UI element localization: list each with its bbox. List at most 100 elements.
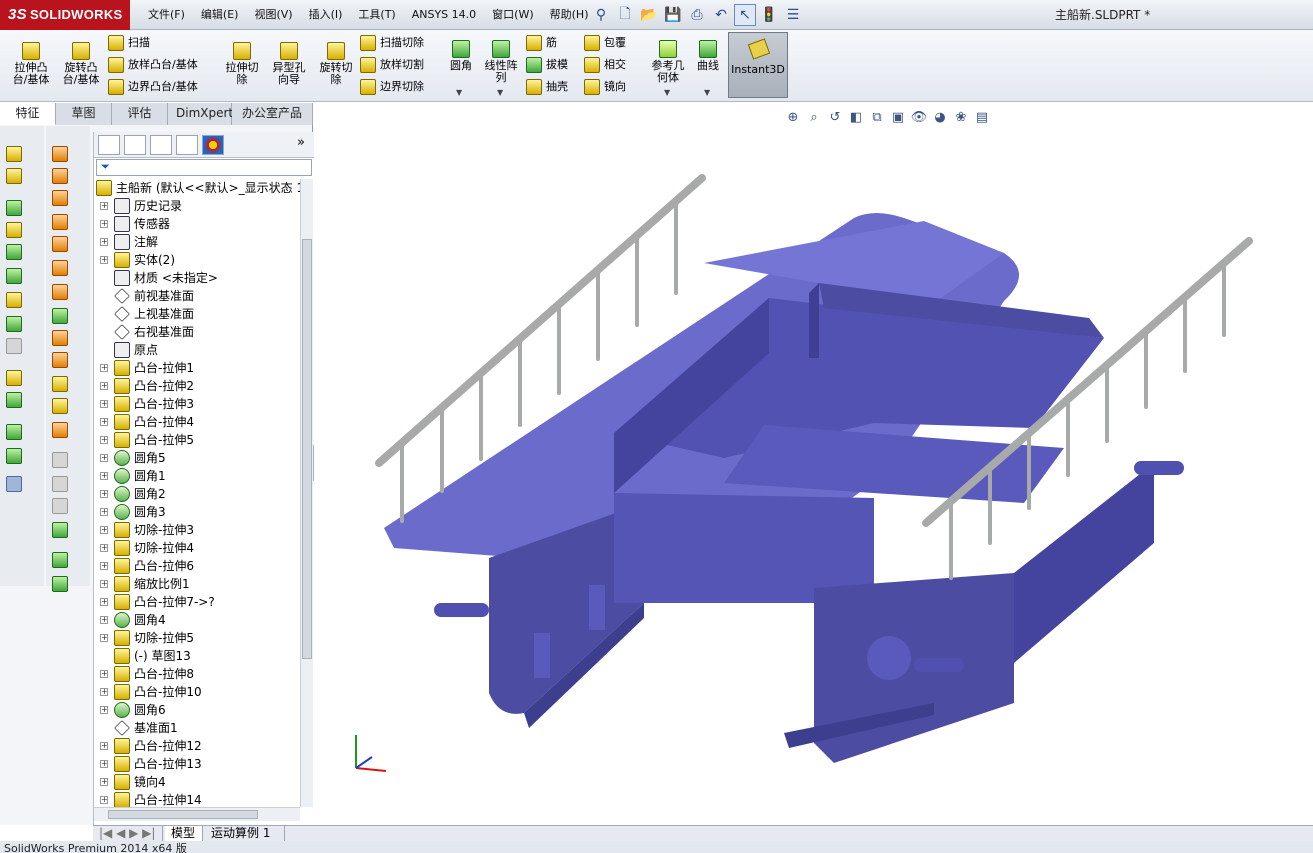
open-folder-icon[interactable]: 📂 <box>638 4 660 26</box>
configuration-manager-tab-icon[interactable] <box>150 135 172 155</box>
instant3d-button[interactable]: Instant3D <box>728 32 788 98</box>
menu-view[interactable]: 视图(V) <box>246 0 300 30</box>
expand-toggle-icon[interactable]: + <box>100 238 108 246</box>
sweep-button[interactable]: 扫描 <box>108 32 150 54</box>
expand-toggle-icon[interactable]: + <box>100 364 108 372</box>
draft-icon[interactable] <box>52 214 68 230</box>
menu-insert[interactable]: 插入(I) <box>301 0 351 30</box>
expand-toggle-icon[interactable]: + <box>100 706 108 714</box>
expand-toggle-icon[interactable]: + <box>100 778 108 786</box>
hole-wizard-icon[interactable] <box>6 292 22 308</box>
expand-toggle-icon[interactable]: + <box>100 526 108 534</box>
tab-motion-study-1[interactable]: 运动算例 1 <box>205 826 285 842</box>
fillet-button[interactable]: 圆角 <box>444 38 478 72</box>
expand-toggle-icon[interactable]: + <box>100 382 108 390</box>
menu-window[interactable]: 窗口(W) <box>484 0 541 30</box>
revolve-icon[interactable] <box>52 190 68 206</box>
swept-cut-button[interactable]: 扫描切除 <box>360 32 424 54</box>
indent-icon[interactable] <box>52 330 68 346</box>
split-line-icon[interactable] <box>52 284 68 300</box>
menu-help[interactable]: 帮助(H) <box>542 0 597 30</box>
expand-toggle-icon[interactable]: + <box>100 436 108 444</box>
shell-button[interactable]: 抽壳 <box>526 76 568 98</box>
undo-icon[interactable]: ↶ <box>710 4 732 26</box>
mirror-button[interactable]: 镜向 <box>584 76 626 98</box>
select-pointer-icon[interactable]: ↖ <box>734 4 756 26</box>
curves-dropdown-icon[interactable]: ▼ <box>704 88 710 97</box>
graphics-area[interactable]: ⊕ ⌕ ↺ ◧ ⧉ ▣ 👁 ◕ ❀ ▤ <box>314 103 1313 825</box>
feature-tree-vertical-scrollbar[interactable] <box>300 179 313 807</box>
helix-icon[interactable] <box>52 576 68 592</box>
vertical-scroll-thumb[interactable] <box>302 239 312 659</box>
curves-icon[interactable] <box>6 448 22 464</box>
expand-toggle-icon[interactable]: + <box>100 256 108 264</box>
pattern-icon[interactable] <box>6 316 22 332</box>
revolve-cut-button[interactable]: 旋转切 除 <box>314 40 358 86</box>
pin-icon[interactable]: ⚲ <box>590 4 612 26</box>
instant3d-icon[interactable] <box>6 476 22 492</box>
reference-geometry-dropdown-icon[interactable]: ▼ <box>664 88 670 97</box>
expand-toggle-icon[interactable]: + <box>100 742 108 750</box>
boundary-boss-button[interactable]: 边界凸台/基体 <box>108 76 198 98</box>
property-manager-tab-icon[interactable] <box>124 135 146 155</box>
tab-office-products[interactable]: 办公室产品 <box>232 103 313 125</box>
fillet-dropdown-icon[interactable]: ▼ <box>456 88 462 97</box>
feature-tree-filter[interactable]: ⏷ <box>96 159 312 176</box>
expand-toggle-icon[interactable]: + <box>100 508 108 516</box>
loft-icon[interactable] <box>52 168 68 184</box>
pattern-dropdown-icon[interactable]: ▼ <box>497 88 503 97</box>
intersect-button[interactable]: 相交 <box>584 54 626 76</box>
tab-sketch[interactable]: 草图 <box>56 103 112 125</box>
intersect-icon[interactable] <box>52 260 68 276</box>
sweep-icon[interactable] <box>52 146 68 162</box>
expand-toggle-icon[interactable]: + <box>100 580 108 588</box>
new-document-icon[interactable]: 🗋 <box>614 4 636 26</box>
menu-edit[interactable]: 编辑(E) <box>193 0 247 30</box>
boundary-cut-button[interactable]: 边界切除 <box>360 76 424 98</box>
expand-toggle-icon[interactable]: + <box>100 688 108 696</box>
expand-toggle-icon[interactable]: + <box>100 454 108 462</box>
expand-toggle-icon[interactable]: + <box>100 616 108 624</box>
rebuild-traffic-light-icon[interactable]: 🚦 <box>758 4 780 26</box>
loft-boss-button[interactable]: 放样凸台/基体 <box>108 54 198 76</box>
mirror-icon[interactable] <box>52 308 68 324</box>
fillet-icon[interactable] <box>6 200 22 216</box>
extrude-icon[interactable] <box>6 146 22 162</box>
linear-pattern-button[interactable]: 线性阵 列 <box>480 38 522 84</box>
rib-icon[interactable] <box>6 222 22 238</box>
tab-features[interactable]: 特征 <box>0 103 56 125</box>
feature-tree-horizontal-scrollbar[interactable] <box>94 807 300 821</box>
print-icon[interactable]: ⎙ <box>686 4 708 26</box>
linear-pattern-icon[interactable] <box>6 392 22 408</box>
feature-tree-tab-icon[interactable] <box>98 135 120 155</box>
save-icon[interactable]: 💾 <box>662 4 684 26</box>
tab-model[interactable]: 模型 <box>165 826 203 842</box>
fillet-small-icon[interactable] <box>52 522 68 538</box>
freeform-icon[interactable] <box>52 398 68 414</box>
tab-evaluate[interactable]: 评估 <box>112 103 168 125</box>
reference-geometry-icon[interactable] <box>6 424 22 440</box>
expand-toggle-icon[interactable]: + <box>100 418 108 426</box>
delete-face-icon[interactable] <box>52 376 68 392</box>
reference-point-icon[interactable] <box>52 552 68 568</box>
draft-button[interactable]: 拔模 <box>526 54 568 76</box>
expand-toggle-icon[interactable]: + <box>100 400 108 408</box>
boss-icon[interactable] <box>6 168 22 184</box>
lofted-cut-button[interactable]: 放样切割 <box>360 54 424 76</box>
expand-toggle-icon[interactable]: + <box>100 598 108 606</box>
menu-tools[interactable]: 工具(T) <box>350 0 403 30</box>
expand-toggle-icon[interactable]: + <box>100 220 108 228</box>
extrude-cut-button[interactable]: 拉伸切 除 <box>220 40 264 86</box>
boundary-icon[interactable] <box>52 236 68 252</box>
expand-toggle-icon[interactable]: + <box>100 544 108 552</box>
dimxpert-manager-tab-icon[interactable] <box>176 135 198 155</box>
rib-button[interactable]: 筋 <box>526 32 557 54</box>
expand-toggle-icon[interactable]: + <box>100 634 108 642</box>
expand-toggle-icon[interactable]: + <box>100 490 108 498</box>
horizontal-scroll-thumb[interactable] <box>108 810 258 819</box>
expand-toggle-icon[interactable]: + <box>100 670 108 678</box>
reference-geometry-button[interactable]: 参考几 何体 <box>646 38 690 84</box>
expand-toggle-icon[interactable]: + <box>100 562 108 570</box>
expand-toggle-icon[interactable]: + <box>100 760 108 768</box>
solidworks-logo[interactable]: 3S SOLIDWORKS <box>0 0 130 30</box>
